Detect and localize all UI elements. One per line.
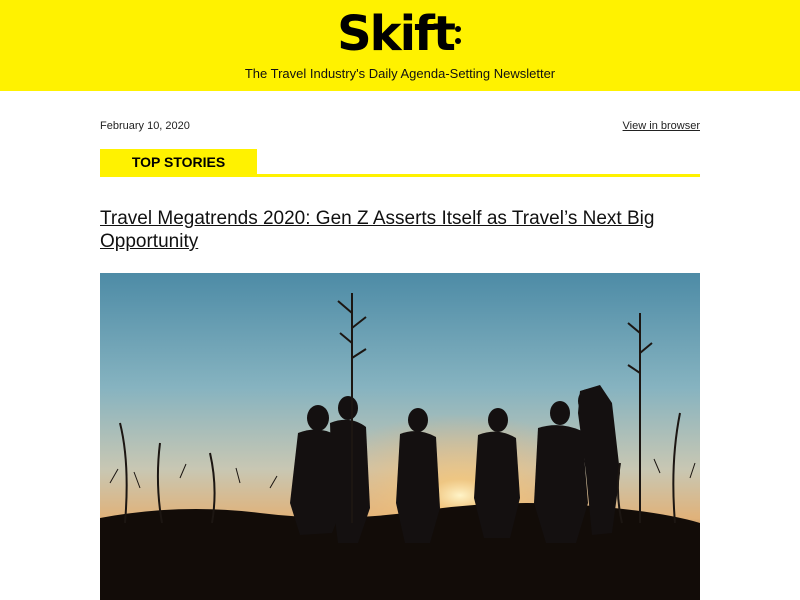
skift-logo[interactable]: Skift — [0, 4, 800, 64]
story-hero-image[interactable] — [100, 273, 700, 600]
hero-photo-icon — [100, 273, 700, 600]
header-tagline: The Travel Industry's Daily Agenda-Setti… — [244, 66, 556, 81]
newsletter-header: Skift The Travel Industry's Daily Agenda… — [0, 0, 800, 91]
issue-date: February 10, 2020 — [100, 120, 190, 132]
logo-dots-icon — [454, 4, 463, 54]
view-in-browser-link[interactable]: View in browser — [623, 120, 700, 132]
logo-text: Skift — [337, 6, 456, 62]
section-header: TOP STORIES — [100, 149, 700, 177]
section-label: TOP STORIES — [100, 149, 257, 175]
story-headline-link[interactable]: Travel Megatrends 2020: Gen Z Asserts It… — [100, 207, 700, 253]
